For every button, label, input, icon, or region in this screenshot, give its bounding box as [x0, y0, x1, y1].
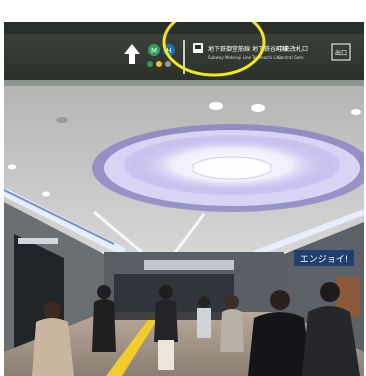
- line-dot-icon: [165, 61, 171, 67]
- person-head: [97, 285, 111, 299]
- spot-light: [351, 109, 361, 115]
- station-photo: エンジョイ! M H 地下鉄御堂筋線 Subway Midosuji Line …: [4, 22, 364, 376]
- left-shop-sign: [18, 238, 58, 244]
- person-body: [220, 309, 244, 352]
- person-head: [225, 295, 239, 309]
- person-body: [248, 312, 312, 376]
- direction-sign: M H 地下鉄御堂筋線 Subway Midosuji Line 地下鉄谷町線 …: [4, 22, 364, 86]
- storefront-text: エンジョイ!: [300, 255, 349, 265]
- person-body: [92, 299, 116, 352]
- sign-block-3-line1: 中央改札口: [278, 45, 308, 53]
- person-legs: [158, 340, 174, 370]
- far-lights: [144, 260, 234, 270]
- person-head: [159, 285, 173, 299]
- subway-icon-window: [195, 45, 201, 49]
- line-dot-icon: [156, 61, 162, 67]
- station-scene: エンジョイ! M H 地下鉄御堂筋線 Subway Midosuji Line …: [4, 22, 364, 376]
- spot-light: [42, 191, 50, 197]
- sign-block-3-line2: Central Gate: [278, 55, 304, 60]
- person-head: [43, 301, 61, 319]
- ceiling-vent: [56, 117, 68, 123]
- sign-block-1-line1: 地下鉄御堂筋線: [208, 45, 250, 53]
- sign-top-band: [4, 22, 364, 34]
- person-head: [320, 282, 340, 302]
- exit-label: 出口: [335, 49, 347, 57]
- chandelier-center: [191, 156, 273, 180]
- line-dot-icon: [147, 61, 153, 67]
- person-head: [270, 290, 290, 310]
- sign-bottom-band: [4, 80, 364, 86]
- person-body: [197, 308, 211, 338]
- spot-light: [8, 164, 16, 170]
- midosuji-badge-label: M: [151, 47, 157, 55]
- person-body: [154, 299, 178, 342]
- person-coat: [32, 318, 74, 376]
- sign-block-1-line2: Subway Midosuji Line: [208, 55, 252, 60]
- spot-light: [209, 102, 223, 110]
- person-head: [198, 296, 210, 308]
- spot-light: [251, 104, 265, 112]
